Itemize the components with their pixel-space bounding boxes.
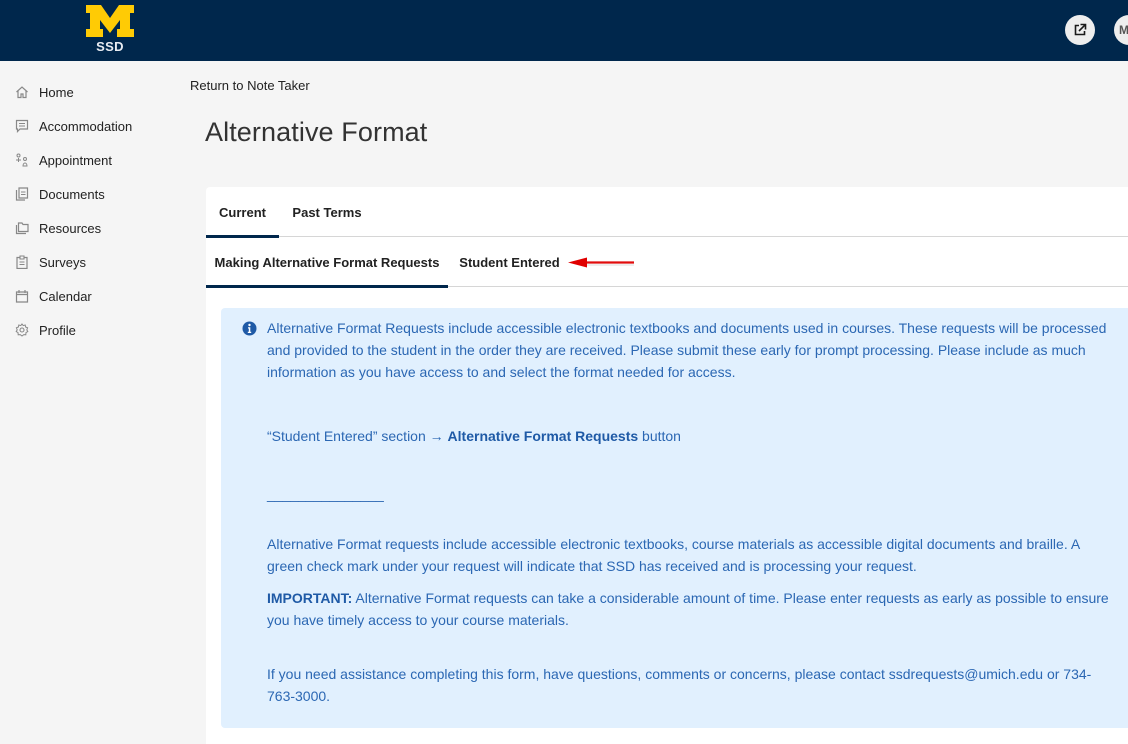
content-card: Current Past Terms Making Alternative Fo…	[206, 187, 1128, 744]
external-link-icon	[1074, 23, 1087, 36]
section-tabs: Making Alternative Format Requests Stude…	[206, 237, 1128, 288]
user-avatar[interactable]: M	[1114, 15, 1128, 45]
documents-icon	[15, 187, 29, 201]
return-to-note-taker-link[interactable]: Return to Note Taker	[190, 78, 310, 93]
info-paragraph-important: IMPORTANT: Alternative Format requests c…	[267, 590, 1109, 628]
tab-past-terms[interactable]: Past Terms	[279, 187, 375, 237]
alternative-format-requests-emphasis: Alternative Format Requests	[447, 428, 639, 444]
people-icon	[15, 153, 29, 167]
sidebar-item-calendar[interactable]: Calendar	[0, 279, 180, 313]
gear-icon	[15, 323, 29, 337]
info-paragraph-intro: Alternative Format Requests include acce…	[267, 320, 1107, 380]
home-icon	[15, 85, 29, 99]
info-paragraph-instructions: “Student Entered” section → Alternative …	[267, 428, 681, 444]
tab-making-alternative-format-requests[interactable]: Making Alternative Format Requests	[206, 237, 448, 288]
clipboard-icon	[15, 255, 29, 269]
top-header: SSD M	[0, 0, 1128, 61]
info-paragraph-contact: If you need assistance completing this f…	[267, 666, 1092, 704]
external-link-button[interactable]	[1065, 15, 1095, 45]
sidebar-nav: Home Accommodation Appointment Documents…	[0, 61, 180, 744]
message-icon	[15, 119, 29, 133]
red-arrow-annotation-icon	[568, 257, 634, 268]
calendar-icon	[15, 289, 29, 303]
sidebar-item-profile[interactable]: Profile	[0, 313, 180, 347]
folder-icon	[15, 221, 29, 235]
info-icon	[242, 321, 257, 336]
info-alert: Alternative Format Requests include acce…	[221, 308, 1128, 728]
sidebar-item-accommodation[interactable]: Accommodation	[0, 109, 180, 143]
info-paragraph-description: Alternative Format requests include acce…	[267, 536, 1080, 574]
logo-subtitle: SSD	[96, 39, 124, 54]
block-m-logo-icon	[86, 5, 134, 37]
sidebar-item-surveys[interactable]: Surveys	[0, 245, 180, 279]
sidebar-item-documents[interactable]: Documents	[0, 177, 180, 211]
tab-student-entered[interactable]: Student Entered	[448, 237, 571, 287]
sidebar-item-resources[interactable]: Resources	[0, 211, 180, 245]
page-title: Alternative Format	[205, 117, 428, 147]
sidebar-item-home[interactable]: Home	[0, 75, 180, 109]
info-divider: _______________	[267, 486, 384, 502]
tab-current[interactable]: Current	[206, 187, 279, 238]
sidebar-item-appointment[interactable]: Appointment	[0, 143, 180, 177]
avatar-initial: M	[1119, 23, 1128, 37]
term-tabs: Current Past Terms	[206, 187, 1128, 238]
umich-ssd-logo[interactable]: SSD	[85, 4, 135, 56]
